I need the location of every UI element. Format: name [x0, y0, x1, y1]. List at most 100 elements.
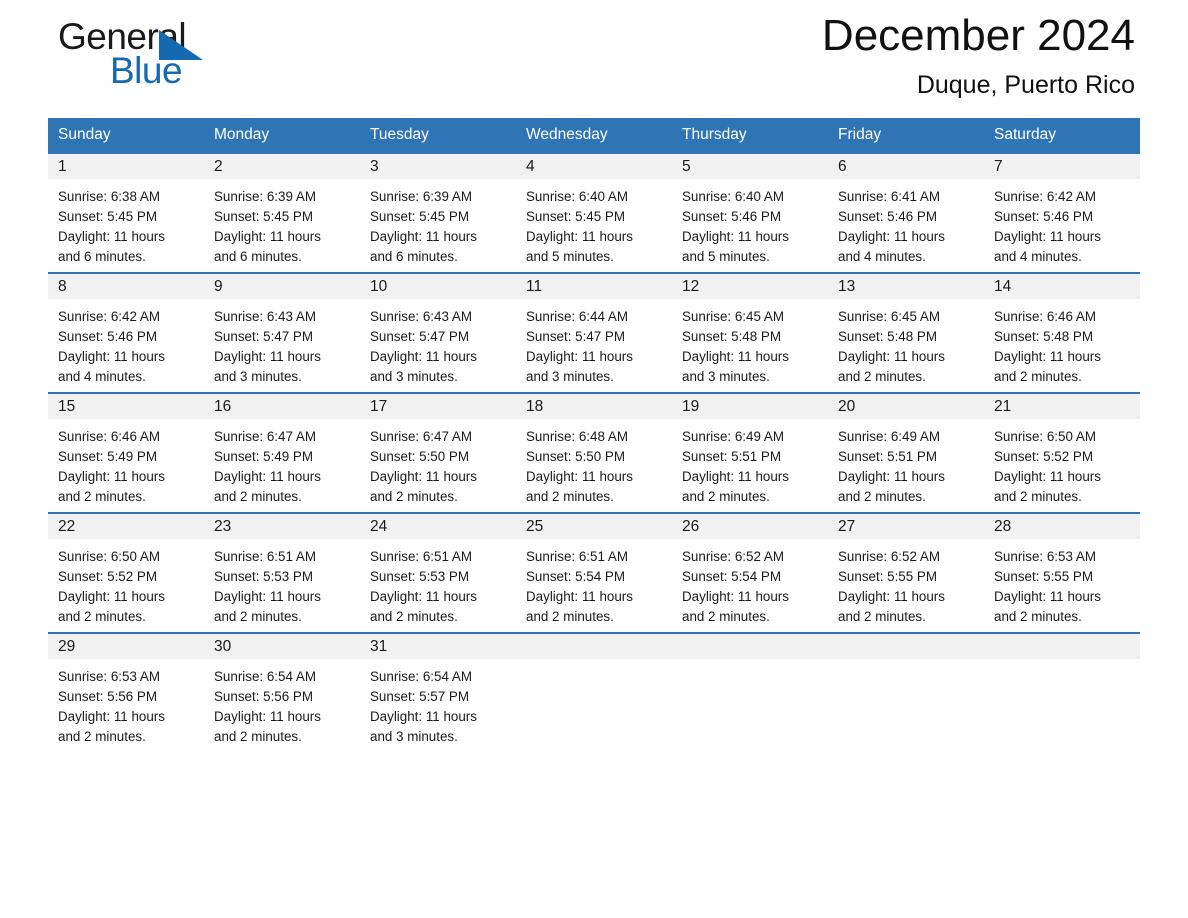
daylight-text-line1: Daylight: 11 hours [526, 349, 633, 364]
sunrise-text: Sunrise: 6:46 AM [994, 309, 1096, 324]
day-cell[interactable]: 20 Sunrise: 6:49 AM Sunset: 5:51 PM Dayl… [828, 392, 984, 513]
day-cell[interactable]: 17 Sunrise: 6:47 AM Sunset: 5:50 PM Dayl… [360, 392, 516, 513]
day-cell[interactable]: 16 Sunrise: 6:47 AM Sunset: 5:49 PM Dayl… [204, 392, 360, 513]
sunset-text: Sunset: 5:50 PM [526, 449, 625, 464]
daylight-text-line2: and 5 minutes. [526, 249, 614, 264]
sunrise-text: Sunrise: 6:52 AM [838, 549, 940, 564]
sunrise-text: Sunrise: 6:49 AM [838, 429, 940, 444]
sunrise-text: Sunrise: 6:50 AM [994, 429, 1096, 444]
day-cell[interactable]: 1 Sunrise: 6:38 AM Sunset: 5:45 PM Dayli… [48, 152, 204, 273]
day-number: 3 [360, 154, 516, 179]
day-cell[interactable]: 4 Sunrise: 6:40 AM Sunset: 5:45 PM Dayli… [516, 152, 672, 273]
daylight-text-line1: Daylight: 11 hours [526, 589, 633, 604]
day-cell[interactable]: 7 Sunrise: 6:42 AM Sunset: 5:46 PM Dayli… [984, 152, 1140, 273]
day-details: Sunrise: 6:54 AM Sunset: 5:57 PM Dayligh… [360, 659, 516, 747]
day-number: 19 [672, 394, 828, 419]
day-details: Sunrise: 6:54 AM Sunset: 5:56 PM Dayligh… [204, 659, 360, 747]
sunrise-text: Sunrise: 6:51 AM [526, 549, 628, 564]
sunset-text: Sunset: 5:50 PM [370, 449, 469, 464]
day-cell[interactable]: 30 Sunrise: 6:54 AM Sunset: 5:56 PM Dayl… [204, 632, 360, 754]
sunrise-text: Sunrise: 6:43 AM [370, 309, 472, 324]
sunset-text: Sunset: 5:57 PM [370, 689, 469, 704]
sunrise-text: Sunrise: 6:42 AM [58, 309, 160, 324]
day-details: Sunrise: 6:46 AM Sunset: 5:48 PM Dayligh… [984, 299, 1140, 387]
sunset-text: Sunset: 5:54 PM [682, 569, 781, 584]
daylight-text-line1: Daylight: 11 hours [994, 349, 1101, 364]
daylight-text-line2: and 2 minutes. [58, 729, 146, 744]
day-cell[interactable]: 23 Sunrise: 6:51 AM Sunset: 5:53 PM Dayl… [204, 512, 360, 633]
sunset-text: Sunset: 5:56 PM [58, 689, 157, 704]
day-cell[interactable]: 11 Sunrise: 6:44 AM Sunset: 5:47 PM Dayl… [516, 272, 672, 393]
sunrise-text: Sunrise: 6:47 AM [370, 429, 472, 444]
day-details: Sunrise: 6:46 AM Sunset: 5:49 PM Dayligh… [48, 419, 204, 507]
daylight-text-line2: and 3 minutes. [370, 369, 458, 384]
day-cell[interactable]: 31 Sunrise: 6:54 AM Sunset: 5:57 PM Dayl… [360, 632, 516, 754]
day-details: Sunrise: 6:44 AM Sunset: 5:47 PM Dayligh… [516, 299, 672, 387]
day-cell[interactable]: 18 Sunrise: 6:48 AM Sunset: 5:50 PM Dayl… [516, 392, 672, 513]
day-cell[interactable]: 26 Sunrise: 6:52 AM Sunset: 5:54 PM Dayl… [672, 512, 828, 633]
day-number: 1 [48, 154, 204, 179]
day-details: Sunrise: 6:43 AM Sunset: 5:47 PM Dayligh… [204, 299, 360, 387]
sunset-text: Sunset: 5:47 PM [370, 329, 469, 344]
daylight-text-line2: and 4 minutes. [838, 249, 926, 264]
sunset-text: Sunset: 5:52 PM [58, 569, 157, 584]
day-number: 14 [984, 274, 1140, 299]
day-cell[interactable]: 2 Sunrise: 6:39 AM Sunset: 5:45 PM Dayli… [204, 152, 360, 273]
weekday-header-sunday: Sunday [48, 118, 204, 153]
day-details: Sunrise: 6:53 AM Sunset: 5:56 PM Dayligh… [48, 659, 204, 747]
daylight-text-line1: Daylight: 11 hours [838, 349, 945, 364]
day-number: 2 [204, 154, 360, 179]
day-cell[interactable]: 21 Sunrise: 6:50 AM Sunset: 5:52 PM Dayl… [984, 392, 1140, 513]
daylight-text-line1: Daylight: 11 hours [370, 349, 477, 364]
sunset-text: Sunset: 5:53 PM [370, 569, 469, 584]
day-cell[interactable]: 8 Sunrise: 6:42 AM Sunset: 5:46 PM Dayli… [48, 272, 204, 393]
weekday-header-saturday: Saturday [984, 118, 1140, 153]
day-cell[interactable]: 6 Sunrise: 6:41 AM Sunset: 5:46 PM Dayli… [828, 152, 984, 273]
day-cell[interactable]: 19 Sunrise: 6:49 AM Sunset: 5:51 PM Dayl… [672, 392, 828, 513]
daylight-text-line1: Daylight: 11 hours [370, 589, 477, 604]
daylight-text-line1: Daylight: 11 hours [682, 229, 789, 244]
sunset-text: Sunset: 5:49 PM [214, 449, 313, 464]
day-cell[interactable]: 29 Sunrise: 6:53 AM Sunset: 5:56 PM Dayl… [48, 632, 204, 754]
daylight-text-line1: Daylight: 11 hours [214, 229, 321, 244]
day-cell[interactable]: 24 Sunrise: 6:51 AM Sunset: 5:53 PM Dayl… [360, 512, 516, 633]
sunrise-sunset-calendar: Sunday Monday Tuesday Wednesday Thursday… [48, 118, 1140, 754]
day-details: Sunrise: 6:45 AM Sunset: 5:48 PM Dayligh… [672, 299, 828, 387]
day-cell[interactable]: 13 Sunrise: 6:45 AM Sunset: 5:48 PM Dayl… [828, 272, 984, 393]
daylight-text-line1: Daylight: 11 hours [214, 589, 321, 604]
day-cell[interactable]: 25 Sunrise: 6:51 AM Sunset: 5:54 PM Dayl… [516, 512, 672, 633]
day-number: 16 [204, 394, 360, 419]
day-cell[interactable]: 14 Sunrise: 6:46 AM Sunset: 5:48 PM Dayl… [984, 272, 1140, 393]
daylight-text-line1: Daylight: 11 hours [58, 229, 165, 244]
day-cell-empty [672, 632, 828, 754]
sunrise-text: Sunrise: 6:49 AM [682, 429, 784, 444]
day-details: Sunrise: 6:39 AM Sunset: 5:45 PM Dayligh… [360, 179, 516, 267]
daylight-text-line1: Daylight: 11 hours [370, 469, 477, 484]
daylight-text-line1: Daylight: 11 hours [370, 229, 477, 244]
sunset-text: Sunset: 5:49 PM [58, 449, 157, 464]
general-blue-logo[interactable]: General Blue [58, 16, 318, 102]
day-cell[interactable]: 22 Sunrise: 6:50 AM Sunset: 5:52 PM Dayl… [48, 512, 204, 633]
daylight-text-line1: Daylight: 11 hours [994, 229, 1101, 244]
daylight-text-line2: and 4 minutes. [58, 369, 146, 384]
daylight-text-line2: and 2 minutes. [370, 489, 458, 504]
day-cell[interactable]: 9 Sunrise: 6:43 AM Sunset: 5:47 PM Dayli… [204, 272, 360, 393]
day-cell-empty [984, 632, 1140, 754]
day-cell[interactable]: 10 Sunrise: 6:43 AM Sunset: 5:47 PM Dayl… [360, 272, 516, 393]
daylight-text-line1: Daylight: 11 hours [58, 349, 165, 364]
day-cell[interactable]: 27 Sunrise: 6:52 AM Sunset: 5:55 PM Dayl… [828, 512, 984, 633]
day-cell[interactable]: 5 Sunrise: 6:40 AM Sunset: 5:46 PM Dayli… [672, 152, 828, 273]
day-details: Sunrise: 6:38 AM Sunset: 5:45 PM Dayligh… [48, 179, 204, 267]
day-cell[interactable]: 12 Sunrise: 6:45 AM Sunset: 5:48 PM Dayl… [672, 272, 828, 393]
daylight-text-line2: and 2 minutes. [526, 609, 614, 624]
daylight-text-line1: Daylight: 11 hours [58, 589, 165, 604]
sunset-text: Sunset: 5:48 PM [838, 329, 937, 344]
calendar-header-row: Sunday Monday Tuesday Wednesday Thursday… [48, 118, 1140, 153]
day-cell[interactable]: 28 Sunrise: 6:53 AM Sunset: 5:55 PM Dayl… [984, 512, 1140, 633]
day-cell[interactable]: 3 Sunrise: 6:39 AM Sunset: 5:45 PM Dayli… [360, 152, 516, 273]
day-number: 8 [48, 274, 204, 299]
day-number: 6 [828, 154, 984, 179]
sunrise-text: Sunrise: 6:54 AM [214, 669, 316, 684]
day-cell[interactable]: 15 Sunrise: 6:46 AM Sunset: 5:49 PM Dayl… [48, 392, 204, 513]
day-details: Sunrise: 6:39 AM Sunset: 5:45 PM Dayligh… [204, 179, 360, 267]
